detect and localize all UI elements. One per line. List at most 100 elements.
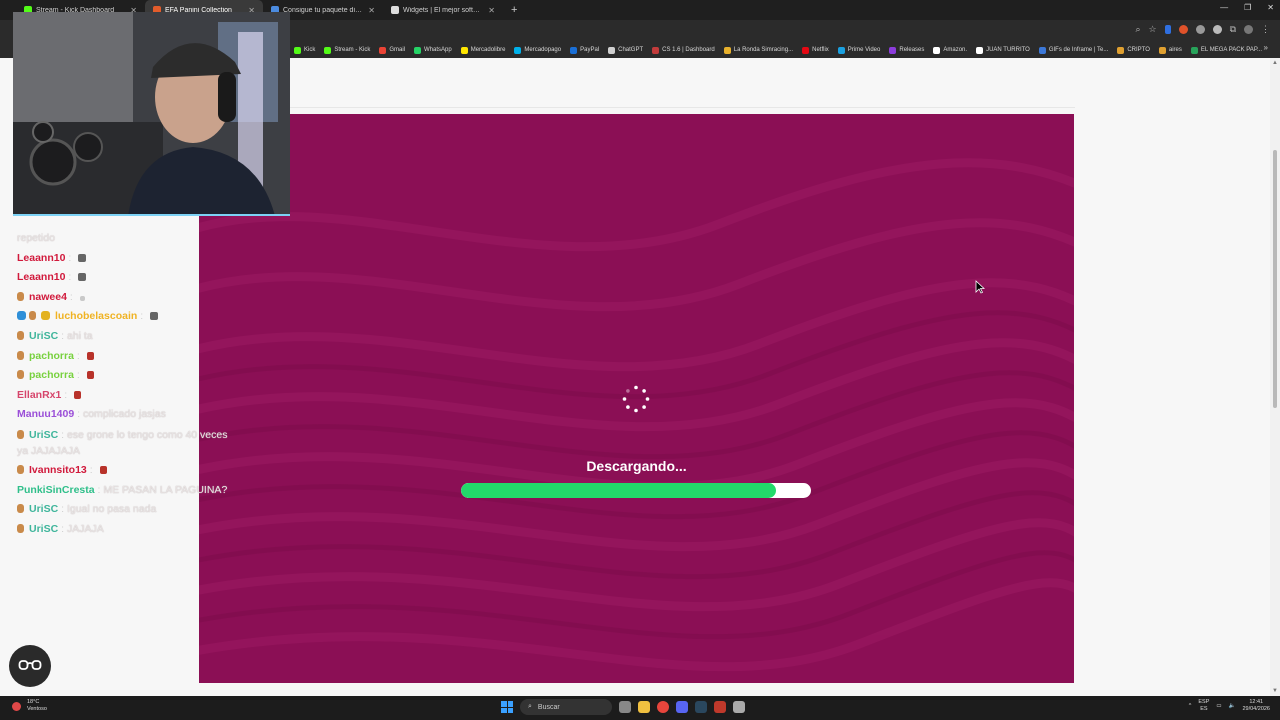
extension-icon[interactable]: [1164, 25, 1171, 34]
search-icon: ⌕: [528, 703, 532, 710]
bookmark-item[interactable]: La Ronda Simracing...: [723, 46, 793, 54]
windows-start-icon[interactable]: [501, 701, 513, 713]
close-tab-icon[interactable]: ✕: [488, 6, 495, 15]
taskbar-search[interactable]: ⌕ Buscar: [520, 699, 612, 715]
bookmark-item[interactable]: JUAN TURRITO: [976, 46, 1030, 54]
new-tab-button[interactable]: +: [503, 4, 525, 16]
zoom-icon[interactable]: ⌕: [1135, 24, 1140, 35]
chat-username[interactable]: luchobelascoain: [55, 310, 137, 322]
extensions-puzzle-icon[interactable]: ⧉: [1230, 24, 1236, 35]
bookmark-favicon-icon: [294, 46, 301, 54]
chat-username[interactable]: Manuu1409: [17, 408, 74, 420]
scroll-up-icon[interactable]: ▲: [1272, 60, 1278, 66]
page-scrollbar[interactable]: ▲ ▼: [1270, 58, 1280, 696]
close-window-icon[interactable]: ✕: [1267, 3, 1274, 12]
bookmark-item[interactable]: aires: [1158, 46, 1182, 54]
chat-username[interactable]: EllanRx1: [17, 389, 61, 401]
bookmark-item[interactable]: Prime Video: [837, 46, 880, 54]
system-tray: ^ ESP ES ▭ 🔈 12:41 29/04/2026: [1189, 699, 1270, 713]
chat-text: ahi ta: [66, 329, 93, 342]
chat-username[interactable]: UriSC: [29, 503, 58, 515]
close-tab-icon[interactable]: ✕: [368, 6, 375, 15]
bookmark-label: Gmail: [389, 47, 406, 53]
chat-text: repetido: [17, 232, 55, 244]
bookmarks-more-button[interactable]: »: [1264, 43, 1268, 52]
bookmark-item[interactable]: CRIPTO: [1117, 46, 1150, 54]
scrollbar-thumb[interactable]: [1273, 150, 1277, 408]
file-explorer-icon[interactable]: [638, 701, 650, 713]
chat-separator: :: [58, 428, 67, 441]
chat-username[interactable]: PunkiSinCresta: [17, 484, 95, 496]
maximize-icon[interactable]: ❐: [1244, 3, 1251, 12]
app-icon[interactable]: [733, 701, 745, 713]
discord-icon[interactable]: [676, 701, 688, 713]
app-icon[interactable]: [714, 701, 726, 713]
network-icon[interactable]: ▭: [1216, 703, 1221, 709]
search-placeholder: Buscar: [537, 703, 560, 711]
clock[interactable]: 12:41 29/04/2026: [1242, 699, 1270, 713]
chat-separator: :: [137, 310, 147, 323]
chat-emote-icon: [99, 465, 107, 474]
bookmark-item[interactable]: Gmail: [379, 46, 406, 54]
windows-taskbar: 18°C Ventoso ⌕ Buscar ^ ESP ES ▭ 🔈 12:41…: [0, 696, 1280, 720]
bookmark-item[interactable]: ChatGPT: [608, 46, 643, 54]
task-view-icon[interactable]: [619, 701, 631, 713]
bookmark-item[interactable]: EL MEGA PACK PAP...: [1190, 46, 1262, 54]
chat-username[interactable]: UriSC: [29, 523, 58, 535]
volume-icon[interactable]: 🔈: [1229, 703, 1236, 709]
bookmark-item[interactable]: Amazon.: [933, 46, 967, 54]
weather-widget[interactable]: 18°C Ventoso: [12, 699, 47, 713]
chat-username[interactable]: UriSC: [29, 429, 58, 441]
bookmark-label: Kick: [304, 47, 316, 53]
chat-badge-icon: [17, 429, 24, 439]
extension-icon[interactable]: [1195, 25, 1205, 34]
bookmark-item[interactable]: Stream - Kick: [324, 46, 370, 54]
scroll-down-icon[interactable]: ▼: [1272, 688, 1278, 694]
bookmark-item[interactable]: Kick: [294, 46, 316, 54]
bookmark-item[interactable]: PayPal: [570, 46, 599, 54]
bookmark-favicon-icon: [1117, 46, 1125, 54]
chat-username[interactable]: nawee4: [29, 291, 67, 303]
bookmark-favicon-icon: [570, 46, 578, 54]
language-indicator[interactable]: ESP ES: [1198, 699, 1209, 713]
menu-icon[interactable]: ⋮: [1261, 24, 1270, 35]
profile-avatar[interactable]: [1244, 25, 1253, 34]
browser-tab[interactable]: Widgets | El mejor software para ✕: [383, 0, 503, 20]
chat-message: nawee4 :: [17, 288, 232, 308]
star-icon[interactable]: ☆: [1148, 24, 1156, 35]
bookmark-item[interactable]: WhatsApp: [414, 46, 452, 54]
extension-icon[interactable]: [1212, 25, 1222, 34]
chat-username[interactable]: Leaann10: [17, 271, 65, 283]
chat-message: Ivannsito13 :: [17, 461, 232, 481]
chat-username[interactable]: Leaann10: [17, 252, 65, 264]
chat-badge-icon: [17, 311, 26, 321]
tab-title: Widgets | El mejor software para: [403, 6, 485, 14]
chat-separator: :: [58, 329, 67, 342]
bookmark-item[interactable]: CS 1.6 | Dashboard: [652, 46, 715, 54]
chat-badge-icon: [17, 291, 24, 301]
chat-username[interactable]: Ivannsito13: [29, 464, 87, 476]
bookmark-item[interactable]: Mercadopago: [514, 46, 561, 54]
bookmark-favicon-icon: [379, 46, 387, 54]
chat-message: luchobelascoain :: [17, 307, 232, 327]
chat-badge-icon: [17, 370, 24, 380]
minimize-icon[interactable]: —: [1220, 3, 1228, 12]
chat-username[interactable]: UriSC: [29, 330, 58, 342]
bookmark-item[interactable]: Mercadolibre: [460, 46, 505, 54]
tray-chevron-icon[interactable]: ^: [1189, 703, 1192, 709]
extension-icon[interactable]: [1178, 25, 1188, 34]
chrome-icon[interactable]: [657, 701, 669, 713]
bookmark-item[interactable]: GIFs de Inframe | Te...: [1038, 46, 1108, 54]
steam-icon[interactable]: [695, 701, 707, 713]
clock-time: 12:41: [1249, 699, 1264, 705]
chat-username[interactable]: pachorra: [29, 369, 74, 381]
bookmark-favicon-icon: [460, 46, 468, 54]
chat-message: pachorra :: [17, 366, 232, 386]
reading-mode-button[interactable]: [9, 645, 51, 687]
chat-username[interactable]: pachorra: [29, 350, 74, 362]
chat-badge-icon: [17, 464, 24, 474]
bookmark-item[interactable]: Releases: [889, 46, 924, 54]
bookmark-item[interactable]: Netflix: [802, 46, 829, 54]
bookmark-favicon-icon: [324, 46, 332, 54]
webcam-feed-image: [13, 12, 290, 214]
